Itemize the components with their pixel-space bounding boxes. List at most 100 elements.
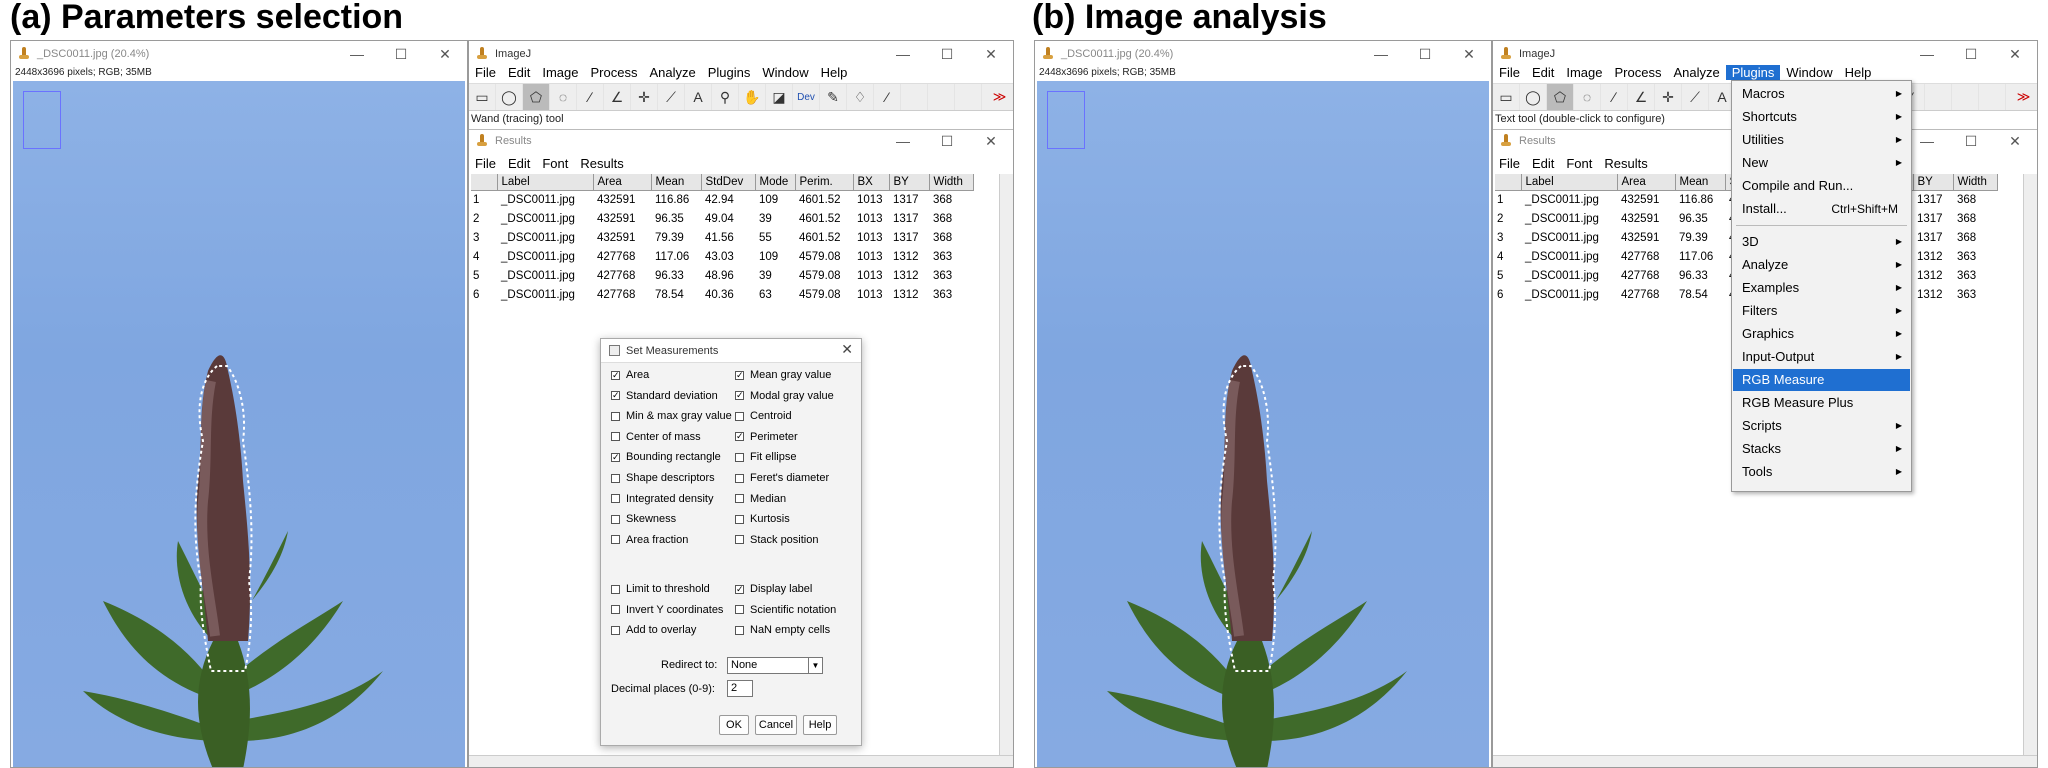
image-window-b[interactable]: _DSC0011.jpg (20.4%) — ☐ ✕ 2448x3696 pixels;… [1034, 40, 1492, 768]
results-titlebar[interactable]: Results — ☐ ✕ [469, 130, 1013, 152]
image-window-a[interactable]: _DSC0011.jpg (20.4%) — ☐ ✕ 2448x3696 pixels;… [10, 40, 468, 768]
checkbox-stack-position[interactable]: Stack position [735, 534, 818, 546]
column-header[interactable]: BX [853, 174, 890, 191]
plugins-menu-item-graphics[interactable]: Graphics ▶ [1733, 323, 1910, 345]
results-menu-edit[interactable]: Edit [1526, 156, 1560, 171]
checkbox-nan-empty-cells[interactable]: NaN empty cells [735, 624, 830, 636]
dev-tool-icon[interactable]: Dev [793, 84, 820, 110]
checkbox-scientific-notation[interactable]: Scientific notation [735, 604, 836, 616]
plugins-menu-item-examples[interactable]: Examples ▶ [1733, 277, 1910, 299]
results-menu-font[interactable]: Font [1560, 156, 1598, 171]
oval-tool-icon[interactable]: ◯ [1520, 84, 1547, 110]
flood-fill-icon[interactable]: ♢ [847, 84, 874, 110]
close-icon[interactable]: ✕ [1993, 130, 2037, 152]
ok-button[interactable]: OK [719, 715, 749, 735]
results-menu-file[interactable]: File [469, 156, 502, 171]
menu-help[interactable]: Help [1839, 65, 1878, 80]
angle-tool-icon[interactable]: ∠ [1628, 84, 1655, 110]
plugins-menu-item-tools[interactable]: Tools ▶ [1733, 461, 1910, 483]
wand-tool-icon[interactable]: ⟋ [1682, 84, 1709, 110]
checkbox-standard-deviation[interactable]: ✓ Standard deviation [611, 390, 718, 402]
maximize-icon[interactable]: ☐ [379, 41, 423, 67]
double-chevron-right-icon[interactable]: ≫ [986, 84, 1013, 110]
unchecked-box-icon[interactable] [735, 473, 744, 483]
freehand-tool-icon[interactable]: ◌ [1574, 84, 1601, 110]
plugins-menu-item-new[interactable]: New ▶ [1733, 152, 1910, 174]
unchecked-box-icon[interactable] [735, 535, 744, 545]
table-row[interactable]: 6 _DSC0011.jpg 427768 78.54 40.36 63 4579.08 10… [471, 285, 973, 304]
checkbox-kurtosis[interactable]: Kurtosis [735, 513, 790, 525]
rectangle-tool-icon[interactable]: ▭ [1493, 84, 1520, 110]
close-icon[interactable]: ✕ [423, 41, 467, 67]
checkbox-mean-gray-value[interactable]: ✓ Mean gray value [735, 369, 831, 381]
unchecked-box-icon[interactable] [735, 494, 744, 504]
unchecked-box-icon[interactable] [611, 473, 620, 483]
plugins-menu-item-shortcuts[interactable]: Shortcuts ▶ [1733, 106, 1910, 128]
maximize-icon[interactable]: ☐ [925, 130, 969, 152]
checked-box-icon[interactable]: ✓ [735, 370, 744, 380]
checkbox-skewness[interactable]: Skewness [611, 513, 676, 525]
checked-box-icon[interactable]: ✓ [611, 370, 620, 380]
rectangle-tool-icon[interactable]: ▭ [469, 84, 496, 110]
plugins-menu-item-rgb-measure-plus[interactable]: RGB Measure Plus [1733, 392, 1910, 414]
unchecked-box-icon[interactable] [611, 625, 620, 635]
checkbox-fit-ellipse[interactable]: Fit ellipse [735, 451, 796, 463]
plugins-menu-item-utilities[interactable]: Utilities ▶ [1733, 129, 1910, 151]
menu-edit[interactable]: Edit [1526, 65, 1560, 80]
checkbox-invert-y-coordinates[interactable]: Invert Y coordinates [611, 604, 723, 616]
help-button[interactable]: Help [803, 715, 837, 735]
freehand-tool-icon[interactable]: ◌ [550, 84, 577, 110]
unchecked-box-icon[interactable] [611, 411, 620, 421]
blank-tool-1[interactable] [901, 84, 928, 110]
checkbox-shape-descriptors[interactable]: Shape descriptors [611, 472, 715, 484]
checked-box-icon[interactable]: ✓ [735, 391, 744, 401]
checkbox-median[interactable]: Median [735, 493, 786, 505]
polygon-tool-icon[interactable]: ⬠ [523, 84, 550, 110]
unchecked-box-icon[interactable] [611, 535, 620, 545]
image-titlebar[interactable]: _DSC0011.jpg (20.4%) — ☐ ✕ [11, 41, 467, 67]
checkbox-min-max-gray-value[interactable]: Min & max gray value [611, 410, 732, 422]
checkbox-add-to-overlay[interactable]: Add to overlay [611, 624, 696, 636]
column-header[interactable]: Area [1617, 174, 1676, 191]
checkbox-integrated-density[interactable]: Integrated density [611, 493, 713, 505]
column-header[interactable] [1495, 174, 1522, 191]
maximize-icon[interactable]: ☐ [1949, 130, 1993, 152]
column-header[interactable]: Width [1953, 174, 1998, 191]
blank-tool-1[interactable] [1925, 84, 1952, 110]
plugins-menu-item-3d[interactable]: 3D ▶ [1733, 231, 1910, 253]
table-row[interactable]: 2 _DSC0011.jpg 432591 96.35 49.04 39 4601.52 10… [471, 209, 973, 228]
polygon-tool-icon[interactable]: ⬠ [1547, 84, 1574, 110]
column-header[interactable]: Mean [1675, 174, 1726, 191]
menu-window[interactable]: Window [1780, 65, 1838, 80]
decimal-places-input[interactable]: 2 [727, 680, 753, 697]
unchecked-box-icon[interactable] [611, 605, 620, 615]
unchecked-box-icon[interactable] [735, 625, 744, 635]
oval-tool-icon[interactable]: ◯ [496, 84, 523, 110]
text-tool-icon[interactable]: A [685, 84, 712, 110]
unchecked-box-icon[interactable] [735, 605, 744, 615]
close-icon[interactable]: ✕ [1447, 41, 1491, 67]
unchecked-box-icon[interactable] [735, 514, 744, 524]
vertical-scrollbar[interactable] [2023, 174, 2037, 755]
minimize-icon[interactable]: — [335, 41, 379, 67]
unchecked-box-icon[interactable] [735, 452, 744, 462]
plugins-menu[interactable]: Macros ▶ Shortcuts ▶ Utilities ▶ New ▶ Compile a… [1731, 80, 1912, 492]
redirect-select[interactable]: None ▼ [727, 657, 823, 674]
minimize-icon[interactable]: — [1359, 41, 1403, 67]
horizontal-scrollbar[interactable] [469, 755, 1013, 767]
plant-photo[interactable] [13, 81, 465, 767]
plant-photo[interactable] [1037, 81, 1489, 767]
brush-tool-icon[interactable]: ✎ [820, 84, 847, 110]
menu-window[interactable]: Window [756, 65, 814, 80]
pipette-icon[interactable]: ⁄ [874, 84, 901, 110]
menu-plugins[interactable]: Plugins [1725, 64, 1781, 80]
set-measurements-dialog[interactable]: Set Measurements ✕ ✓ Area ✓ Standard deviat… [600, 338, 862, 746]
line-tool-icon[interactable]: ∕ [577, 84, 604, 110]
point-tool-icon[interactable]: ✛ [631, 84, 658, 110]
menu-image[interactable]: Image [536, 65, 584, 80]
blank-tool-3[interactable] [955, 84, 982, 110]
unchecked-box-icon[interactable] [735, 411, 744, 421]
unchecked-box-icon[interactable] [611, 494, 620, 504]
results-table[interactable]: LabelAreaMeanStdDevModePerim.BXBYWidth 1 _… [471, 174, 974, 304]
menu-file[interactable]: File [469, 65, 502, 80]
